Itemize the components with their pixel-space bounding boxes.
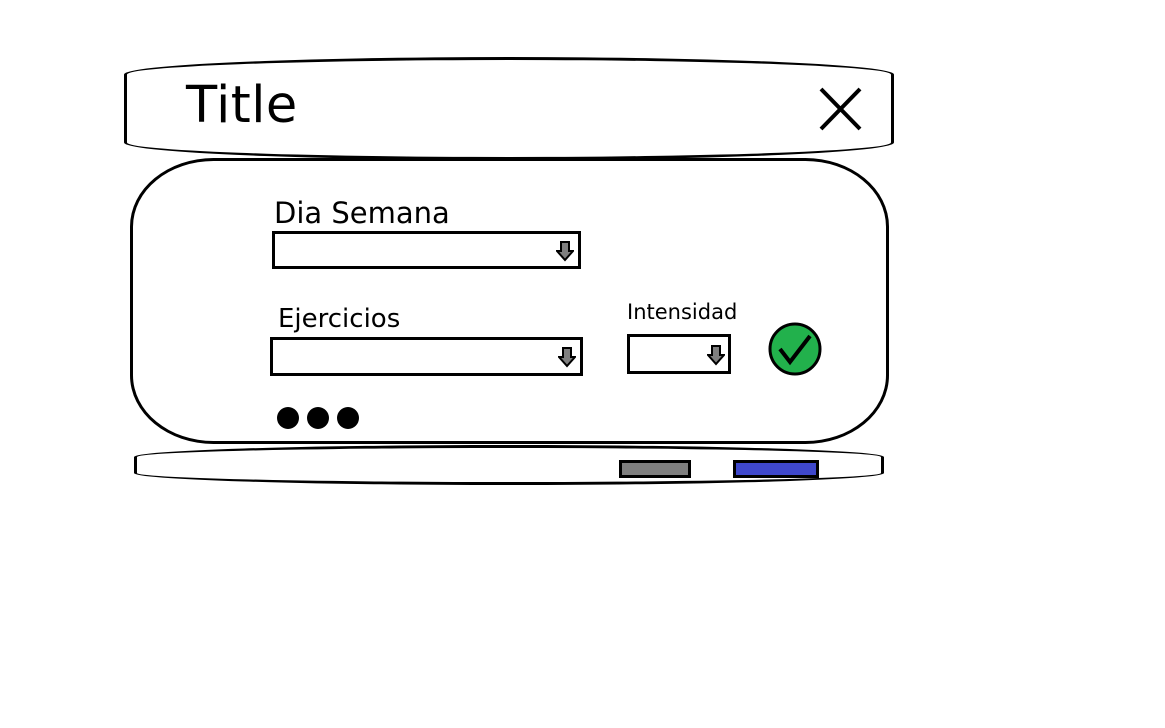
primary-button[interactable]	[733, 460, 819, 478]
checkmark-icon[interactable]	[767, 321, 823, 377]
dialog-header: Title	[124, 57, 894, 160]
arrow-down-icon	[707, 345, 725, 366]
close-icon[interactable]	[816, 85, 864, 133]
more-dots-icon[interactable]	[277, 407, 359, 429]
dia-semana-label: Dia Semana	[274, 196, 450, 230]
dia-semana-select[interactable]	[272, 231, 581, 269]
dot	[307, 407, 329, 429]
intensidad-select[interactable]	[627, 334, 731, 374]
dot	[337, 407, 359, 429]
ejercicios-select[interactable]	[270, 337, 583, 376]
dialog-body: Dia Semana Ejercicios Intensidad	[130, 158, 889, 444]
ejercicios-label: Ejercicios	[278, 304, 401, 334]
dialog-footer	[134, 445, 884, 485]
arrow-down-icon	[556, 241, 574, 262]
arrow-down-icon	[558, 347, 576, 368]
intensidad-label: Intensidad	[627, 300, 738, 324]
dot	[277, 407, 299, 429]
secondary-button[interactable]	[619, 460, 691, 478]
dialog-title: Title	[186, 76, 298, 135]
